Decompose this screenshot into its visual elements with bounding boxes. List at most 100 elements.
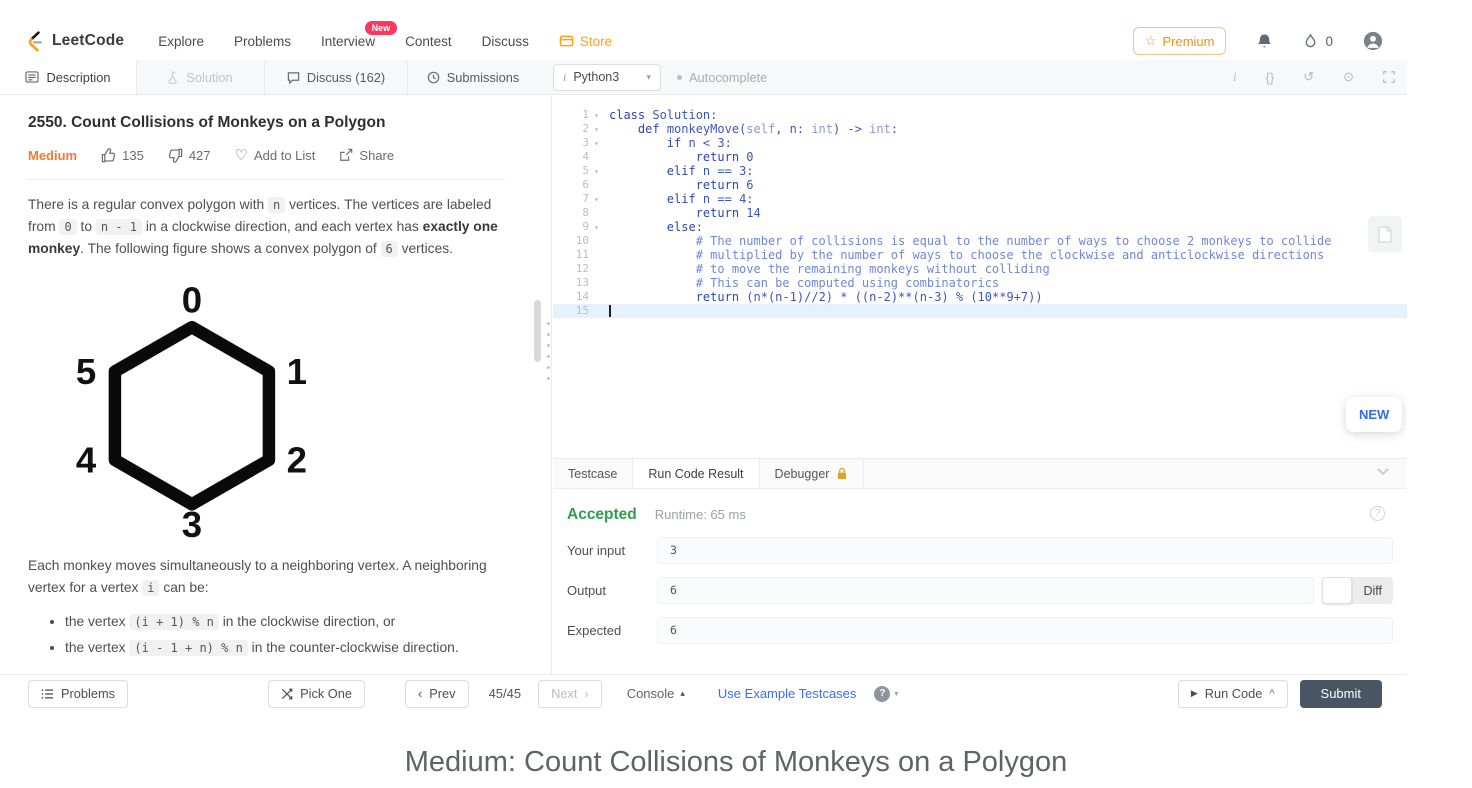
play-icon: ▶ <box>1191 688 1198 699</box>
status-accepted: Accepted <box>567 506 637 524</box>
lock-icon <box>836 467 848 480</box>
code-line[interactable]: 4 return 0 <box>553 150 1407 164</box>
code-line[interactable]: 2▾ def monkeyMove(self, n: int) -> int: <box>553 122 1407 136</box>
editor-toolbar: i Python3 ▾ Autocomplete i {} ↺ ⊙ <box>553 60 1407 94</box>
polygon-figure: 0 1 2 3 4 5 <box>36 276 505 541</box>
language-select[interactable]: i Python3 ▾ <box>553 64 661 91</box>
caret-down-icon: ▾ <box>894 689 898 698</box>
code-line[interactable]: 11 # multiplied by the number of ways to… <box>553 248 1407 262</box>
streak-counter[interactable]: 0 <box>1303 32 1333 50</box>
run-code-button[interactable]: ▶ Run Code ^ <box>1178 680 1288 708</box>
language-value: Python3 <box>573 70 619 84</box>
info-icon[interactable]: i <box>1233 69 1237 85</box>
field-label: Expected <box>567 623 657 638</box>
panel-resize-handle[interactable] <box>546 322 551 388</box>
code-line[interactable]: 14 return (n*(n-1)//2) * ((n-2)**(n-3) %… <box>553 290 1407 304</box>
leetcode-logo-icon <box>24 29 45 53</box>
code-editor[interactable]: 1▾class Solution:2▾ def monkeyMove(self,… <box>553 95 1407 458</box>
code-line[interactable]: 12 # to move the remaining monkeys witho… <box>553 262 1407 276</box>
tab-testcase[interactable]: Testcase <box>553 459 633 488</box>
nav-item-problems[interactable]: Problems <box>234 34 291 49</box>
bottom-bar: Problems Pick One ‹ Prev 45/45 Next › Co… <box>0 674 1407 712</box>
format-braces-icon[interactable]: {} <box>1266 70 1275 85</box>
run-result-panel: Testcase Run Code Result Debugger Accept… <box>553 458 1407 675</box>
dislike-count: 427 <box>189 148 211 163</box>
nav-item-interview[interactable]: Interview New <box>321 34 375 49</box>
left-panel-scrollbar[interactable] <box>534 300 541 362</box>
chevron-right-icon: › <box>584 686 588 701</box>
add-to-list-button[interactable]: ♡ Add to List <box>235 146 316 164</box>
code-line[interactable]: 7▾ elif n == 4: <box>553 192 1407 206</box>
expected-row: Expected 6 <box>567 617 1393 644</box>
help-menu[interactable]: ? ▾ <box>874 686 898 702</box>
fullscreen-icon[interactable] <box>1383 71 1395 83</box>
problems-button[interactable]: Problems <box>28 680 128 708</box>
leetcode-app: LeetCode Explore Problems Interview New … <box>0 0 1407 712</box>
code-line[interactable]: 15 <box>553 304 1407 318</box>
nav-item-contest[interactable]: Contest <box>405 34 452 49</box>
tab-debugger[interactable]: Debugger <box>760 459 865 488</box>
dislike-button[interactable]: 427 <box>168 148 211 163</box>
neighbor-rules-list: the vertex (i + 1) % n in the clockwise … <box>28 611 505 659</box>
code-line[interactable]: 1▾class Solution: <box>553 108 1407 122</box>
nav-item-explore[interactable]: Explore <box>158 34 204 49</box>
reset-code-icon[interactable]: ↺ <box>1303 69 1314 85</box>
like-button[interactable]: 135 <box>101 148 144 163</box>
code-line[interactable]: 5▾ elif n == 3: <box>553 164 1407 178</box>
problem-counter: 45/45 <box>489 686 522 701</box>
question-icon: ? <box>874 686 890 702</box>
collapse-panel-icon[interactable] <box>1377 468 1389 475</box>
tab-discuss[interactable]: Discuss (162) <box>265 60 408 94</box>
list-icon <box>41 688 54 700</box>
console-toggle[interactable]: Console ▴ <box>627 686 685 701</box>
code-line[interactable]: 9▾ else: <box>553 220 1407 234</box>
diff-toggle[interactable]: Diff <box>1322 577 1393 604</box>
code-line[interactable]: 3▾ if n < 3: <box>553 136 1407 150</box>
notifications-bell-icon[interactable] <box>1256 32 1273 50</box>
tab-solution[interactable]: Solution <box>137 60 265 94</box>
code-line[interactable]: 8 return 14 <box>553 206 1407 220</box>
next-button[interactable]: Next › <box>538 680 602 708</box>
problem-paragraph: There is a regular convex polygon with n… <box>28 194 505 260</box>
vertex-label-0: 0 <box>182 280 202 321</box>
heart-icon: ♡ <box>235 146 248 164</box>
language-icon: i <box>563 70 566 85</box>
settings-icon[interactable]: ⊙ <box>1343 69 1354 85</box>
tab-strip: Description Solution Discuss (162) Submi… <box>0 60 1407 95</box>
prev-button[interactable]: ‹ Prev <box>405 680 469 708</box>
navbar: LeetCode Explore Problems Interview New … <box>0 22 1407 60</box>
expected-value: 6 <box>657 617 1393 644</box>
code-line[interactable]: 10 # The number of collisions is equal t… <box>553 234 1407 248</box>
star-icon: ☆ <box>1145 33 1157 49</box>
tab-run-code-result[interactable]: Run Code Result <box>633 459 759 488</box>
tab-description[interactable]: Description <box>0 60 137 94</box>
tab-submissions[interactable]: Submissions <box>408 60 538 94</box>
submit-button[interactable]: Submit <box>1300 680 1382 708</box>
autocomplete-toggle[interactable]: Autocomplete <box>677 70 767 85</box>
use-example-testcases-link[interactable]: Use Example Testcases <box>718 686 857 701</box>
editor-icon-row: i {} ↺ ⊙ <box>1233 60 1395 94</box>
like-count: 135 <box>122 148 144 163</box>
code-line[interactable]: 13 # This can be computed using combinat… <box>553 276 1407 290</box>
avatar[interactable] <box>1363 31 1383 51</box>
vertex-label-3: 3 <box>182 504 202 541</box>
problem-meta: Medium 135 427 ♡ Add to List <box>28 146 505 164</box>
diff-label: Diff <box>1352 584 1393 598</box>
diff-toggle-knob <box>1322 577 1352 604</box>
new-feature-badge[interactable]: NEW <box>1346 397 1402 432</box>
pick-one-button[interactable]: Pick One <box>268 680 365 708</box>
help-icon[interactable]: ? <box>1370 506 1385 521</box>
share-icon <box>339 148 353 162</box>
vertex-label-4: 4 <box>76 440 97 481</box>
nav-item-discuss[interactable]: Discuss <box>482 34 529 49</box>
leetcode-logo[interactable]: LeetCode <box>24 29 124 53</box>
share-button[interactable]: Share <box>339 148 394 163</box>
nav-item-store[interactable]: Store <box>559 34 612 49</box>
caret-up-icon: ^ <box>1269 688 1274 700</box>
premium-button[interactable]: ☆ Premium <box>1133 27 1227 55</box>
code-line[interactable]: 6 return 6 <box>553 178 1407 192</box>
dot-icon <box>677 75 682 80</box>
thumbs-down-icon <box>168 148 183 163</box>
copy-code-button[interactable] <box>1368 216 1402 252</box>
result-tabs: Testcase Run Code Result Debugger <box>553 459 1407 489</box>
